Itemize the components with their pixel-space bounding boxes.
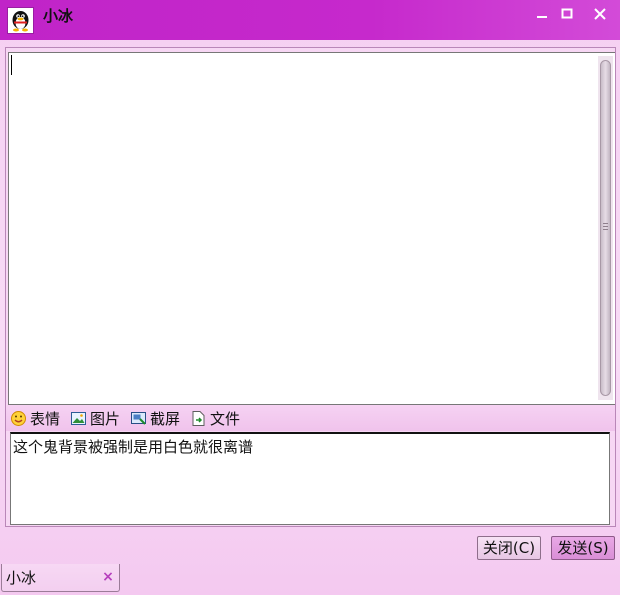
tab-close-icon[interactable]: ×: [102, 569, 114, 585]
toolbar-file-button[interactable]: 文件: [190, 408, 240, 428]
window-title: 小冰: [43, 7, 74, 25]
title-bar[interactable]: 小冰: [0, 0, 620, 40]
emoji-icon: [11, 410, 26, 426]
maximize-button[interactable]: [557, 4, 577, 24]
chat-tab-label: 小冰: [6, 569, 37, 587]
toolbar-screenshot-label: 截屏: [150, 409, 181, 428]
chat-toolbar: 表情 图片 截屏 文件: [6, 405, 615, 431]
image-icon: [71, 411, 86, 425]
send-button[interactable]: 发送(S): [551, 536, 615, 560]
toolbar-image-button[interactable]: 图片: [70, 408, 120, 428]
message-input[interactable]: 这个鬼背景被强制是用白色就很离谱: [10, 432, 610, 525]
close-button[interactable]: 关闭(C): [477, 536, 541, 560]
maximize-icon: [561, 8, 573, 19]
toolbar-file-label: 文件: [210, 409, 241, 428]
close-window-button[interactable]: [590, 4, 610, 24]
close-icon: [594, 8, 606, 20]
text-caret: [11, 55, 12, 75]
minimize-button[interactable]: [532, 4, 552, 24]
message-history[interactable]: [8, 52, 615, 405]
toolbar-emoji-button[interactable]: 表情: [10, 408, 60, 428]
avatar[interactable]: [7, 7, 34, 34]
toolbar-image-label: 图片: [90, 409, 121, 428]
file-icon: [192, 410, 205, 426]
toolbar-emoji-label: 表情: [30, 409, 61, 428]
qq-penguin-icon: [12, 11, 29, 32]
chat-window: 小冰 表情 图片 截屏 文件 这个鬼背景被强制是用白色就很离谱 关闭(C) 发送…: [0, 0, 620, 595]
screenshot-icon: [131, 411, 146, 425]
minimize-icon: [537, 16, 547, 18]
scrollbar-grip: [603, 223, 608, 231]
toolbar-screenshot-button[interactable]: 截屏: [130, 408, 180, 428]
chat-tab[interactable]: 小冰 ×: [1, 564, 120, 592]
